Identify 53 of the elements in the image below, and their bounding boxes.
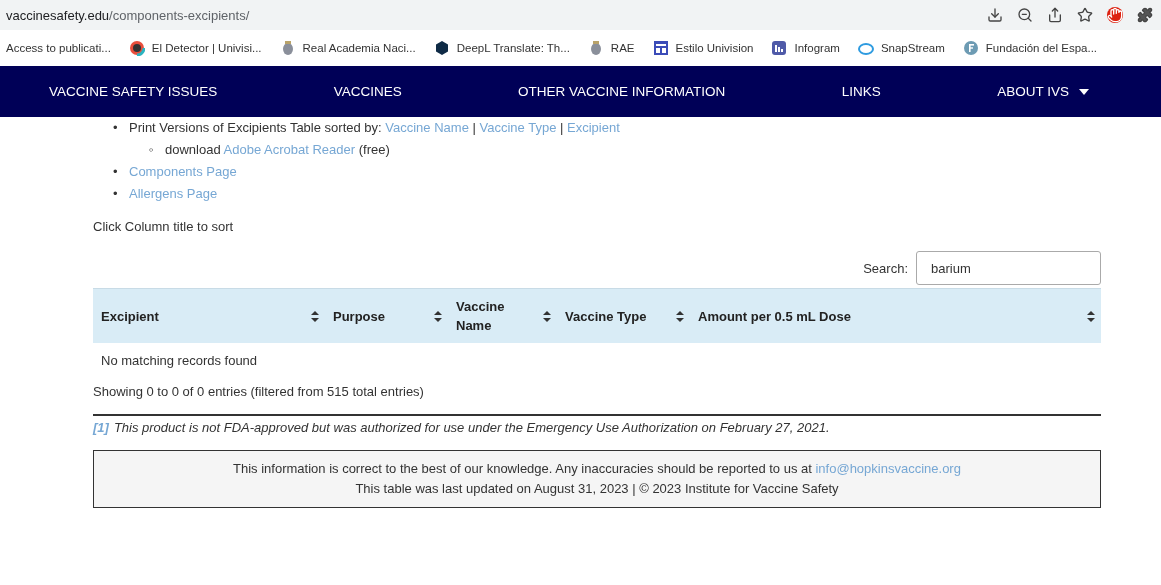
empty-message: No matching records found <box>100 352 259 370</box>
separator: | <box>560 120 564 135</box>
footer-text: This information is correct to the best of our knowledge. Any inaccuracies should be reported to us at <box>233 461 812 476</box>
column-header[interactable]: Vaccine Type <box>565 306 647 326</box>
table-info: Showing 0 to 0 of 0 entries (filtered from 515 total entries) <box>93 384 425 399</box>
nav-link[interactable]: VACCINES <box>333 84 402 99</box>
sort-icon <box>311 310 319 322</box>
bookmark-icon <box>771 40 788 56</box>
column-header[interactable]: Vaccine Name <box>456 297 516 335</box>
sort-icon <box>543 310 551 322</box>
list-bullet: ◦ <box>149 141 155 159</box>
bookmark-link[interactable]: SnapStream <box>880 42 945 54</box>
bookmark-icon <box>433 40 450 56</box>
share-icon[interactable] <box>1047 7 1063 23</box>
list-bullet: • <box>113 163 119 181</box>
column-header[interactable]: Excipient <box>101 306 159 326</box>
column-header[interactable]: Purpose <box>333 306 385 326</box>
sort-icon <box>434 310 442 322</box>
bookmark-icon <box>652 40 669 56</box>
extensions-icon[interactable] <box>1137 7 1153 23</box>
search-label: Search: <box>863 260 908 276</box>
stop-hand-icon[interactable] <box>1107 7 1123 23</box>
nav-link[interactable]: LINKS <box>841 84 881 99</box>
list-bullet: • <box>113 119 119 137</box>
bookmark-link[interactable]: Access to publicati... <box>6 42 111 54</box>
sort-icon <box>676 310 684 322</box>
bookmark-link[interactable]: Infogram <box>794 42 840 54</box>
bookmark-link[interactable]: RAE <box>610 42 635 54</box>
list-text: download <box>165 142 221 157</box>
nav-link[interactable]: OTHER VACCINE INFORMATION <box>518 84 726 99</box>
nav-link[interactable]: ABOUT IVS <box>997 84 1089 99</box>
bookmark-icon <box>857 40 874 56</box>
list-text: Print Versions of Excipients Table sorted by: <box>129 120 382 135</box>
sort-icon <box>1087 310 1095 322</box>
list-text: (free) <box>358 142 390 157</box>
bookmark-link[interactable]: Fundación del Espa... <box>985 42 1098 54</box>
download-icon[interactable] <box>987 7 1003 23</box>
footnote-text: This product is not FDA-approved but was authorized for use under the Emergency Use Authorization on February 27, 2021. <box>113 420 830 435</box>
bookmark-icon <box>962 40 979 56</box>
bookmark-link[interactable]: Real Academia Naci... <box>302 42 416 54</box>
bookmark-link[interactable]: El Detector | Univisi... <box>151 42 262 54</box>
sort-hint: Click Column title to sort <box>93 219 235 234</box>
separator: | <box>472 120 476 135</box>
nav-link[interactable]: VACCINE SAFETY ISSUES <box>49 84 218 99</box>
bookmark-icon <box>128 40 145 56</box>
column-header[interactable]: Amount per 0.5 mL Dose <box>698 306 851 326</box>
footer-text: This table was last updated on August 31, 2023 | © 2023 Institute for Vaccine Safety <box>354 480 840 498</box>
bookmark-link[interactable]: Estilo Univision <box>675 42 754 54</box>
star-icon[interactable] <box>1077 7 1093 23</box>
zoom-out-icon[interactable] <box>1017 7 1033 23</box>
search-field[interactable]: barium <box>916 251 1101 285</box>
list-bullet: • <box>113 185 119 203</box>
bookmark-link[interactable]: DeepL Translate: Th... <box>456 42 570 54</box>
